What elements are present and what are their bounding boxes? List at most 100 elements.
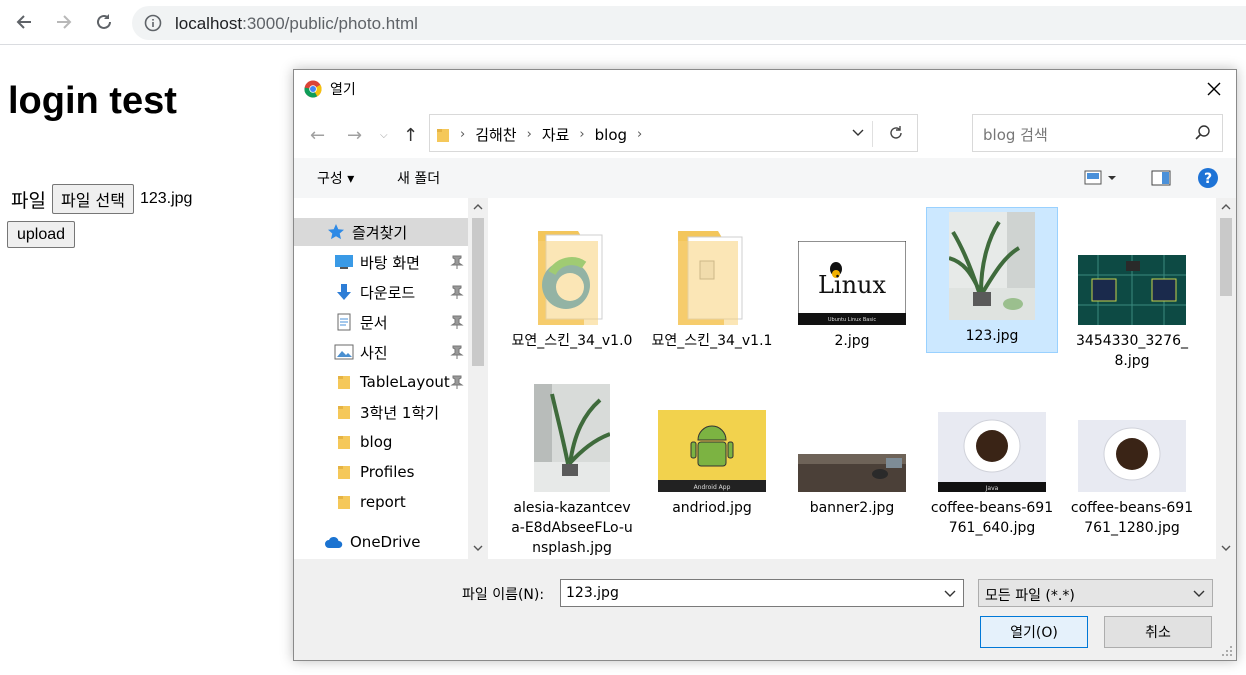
nav-item-favorites[interactable]: 즐겨찾기 <box>294 218 468 246</box>
preview-pane-icon[interactable] <box>1151 168 1171 188</box>
pictures-icon <box>334 342 354 362</box>
file-item[interactable]: 묘연_스킨_34_v1.0 <box>506 207 638 351</box>
nav-item-tablelayout[interactable]: TableLayout <box>294 368 468 396</box>
back-arrow-icon[interactable]: ← <box>310 125 325 146</box>
svg-text:Android App: Android App <box>694 484 731 491</box>
chevron-down-icon[interactable] <box>1221 544 1231 552</box>
dialog-titlebar: 열기 <box>294 70 1236 108</box>
choose-file-button[interactable]: 파일 선택 <box>51 184 134 214</box>
desktop-icon <box>334 252 354 272</box>
file-list-scrollbar[interactable] <box>1216 198 1236 559</box>
help-icon[interactable]: ? <box>1197 167 1219 189</box>
file-item[interactable]: Linux Ubuntu Linux Basic 2.jpg <box>786 207 918 351</box>
navigation-scrollbar[interactable] <box>468 198 488 559</box>
pin-icon <box>450 345 464 359</box>
file-list: 묘연_스킨_34_v1.0 묘연_스킨_34_v1.1 Linux Ubuntu… <box>488 198 1216 559</box>
file-type-select[interactable]: 모든 파일 (*.*) <box>978 579 1213 607</box>
nav-item-profiles[interactable]: Profiles <box>294 458 468 486</box>
chevron-down-icon[interactable] <box>473 544 483 552</box>
file-item[interactable]: banner2.jpg <box>786 374 918 518</box>
dialog-title: 열기 <box>330 82 356 98</box>
recent-chevron-icon[interactable]: ⌵ <box>380 130 388 141</box>
nav-item-desktop[interactable]: 바탕 화면 <box>294 248 468 276</box>
circuit-thumbnail <box>1078 255 1186 325</box>
file-label: 파일 <box>11 190 46 212</box>
coffee-thumbnail: Java <box>938 412 1046 492</box>
file-item[interactable]: Android App andriod.jpg <box>646 374 778 518</box>
chevron-down-icon[interactable] <box>943 586 957 600</box>
forward-button[interactable] <box>51 9 77 35</box>
organize-button[interactable]: 구성 ▾ <box>317 168 354 188</box>
filename-input[interactable]: 123.jpg <box>560 579 964 607</box>
plant-thumbnail <box>534 384 610 492</box>
svg-text:?: ? <box>1204 171 1212 187</box>
chrome-icon <box>304 80 322 98</box>
linux-thumbnail: Linux Ubuntu Linux Basic <box>798 241 906 325</box>
url-text: localhost:3000/public/photo.html <box>175 14 418 33</box>
breadcrumb-item[interactable]: 자료 <box>542 124 570 145</box>
nav-item-report[interactable]: report <box>294 488 468 516</box>
nav-item-blog[interactable]: blog <box>294 428 468 456</box>
desk-thumbnail <box>798 454 906 492</box>
filename-label: 파일 이름(N): <box>462 587 545 603</box>
pin-icon <box>450 285 464 299</box>
resize-grip-icon[interactable] <box>1221 645 1233 657</box>
file-item[interactable]: Java coffee-beans-691761_640.jpg <box>926 374 1058 538</box>
file-item[interactable]: coffee-beans-691761_1280.jpg <box>1066 374 1198 538</box>
nav-item-onedrive[interactable]: OneDrive <box>294 528 468 556</box>
open-button[interactable]: 열기(O) <box>980 616 1088 648</box>
file-item[interactable]: 3454330_3276_8.jpg <box>1066 207 1198 371</box>
chevron-up-icon[interactable] <box>473 203 483 211</box>
android-thumbnail: Android App <box>658 410 766 492</box>
nav-item-downloads[interactable]: 다운로드 <box>294 278 468 306</box>
back-button[interactable] <box>11 9 37 35</box>
new-folder-button[interactable]: 새 폴더 <box>397 168 440 188</box>
cancel-button[interactable]: 취소 <box>1104 616 1212 648</box>
nav-item-documents[interactable]: 문서 <box>294 308 468 336</box>
star-icon <box>326 222 346 242</box>
close-icon[interactable] <box>1204 79 1224 99</box>
download-icon <box>334 282 354 302</box>
svg-text:Linux: Linux <box>818 271 887 299</box>
view-options-icon[interactable] <box>1084 168 1124 188</box>
folder-icon <box>678 231 743 325</box>
arrow-right-icon <box>57 15 72 29</box>
breadcrumb-item[interactable]: blog <box>595 126 627 144</box>
folder-icon <box>334 372 354 392</box>
navigation-pane: 즐겨찾기 바탕 화면 다운로드 문서 사진 TableLayout 3학년 1학… <box>294 198 468 559</box>
file-input-row: 파일 파일 선택 123.jpg <box>11 184 192 214</box>
info-icon[interactable] <box>144 14 162 32</box>
upload-button[interactable]: upload <box>7 221 76 248</box>
folder-icon <box>334 462 354 482</box>
file-item[interactable]: alesia-kazantceva-E8dAbseeFLo-unsplash.j… <box>506 374 638 558</box>
reload-button[interactable] <box>91 9 117 35</box>
dialog-address-row: ← → ⌵ ↑ › 김해찬 › 자료 › blog › blog 검색 <box>294 108 1236 158</box>
svg-text:Ubuntu Linux Basic: Ubuntu Linux Basic <box>828 317 876 323</box>
folder-icon <box>334 492 354 512</box>
folder-icon <box>334 402 354 422</box>
breadcrumb-item[interactable]: 김해찬 <box>475 124 516 145</box>
refresh-icon[interactable] <box>886 123 906 143</box>
open-file-dialog: 열기 ← → ⌵ ↑ › 김해찬 › 자료 › blog › blog 검색 구… <box>293 69 1237 661</box>
dialog-command-bar: 구성 ▾ 새 폴더 ? <box>294 158 1236 198</box>
forward-arrow-icon[interactable]: → <box>347 125 362 146</box>
chevron-down-icon[interactable] <box>851 123 865 143</box>
nav-item-pictures[interactable]: 사진 <box>294 338 468 366</box>
chevron-up-icon[interactable] <box>1221 203 1231 211</box>
file-item[interactable]: 묘연_스킨_34_v1.1 <box>646 207 778 351</box>
folder-icon <box>538 231 603 325</box>
file-item-selected[interactable]: 123.jpg <box>926 207 1058 353</box>
dialog-address-bar[interactable]: › 김해찬 › 자료 › blog › <box>429 114 918 152</box>
pin-icon <box>450 255 464 269</box>
address-bar[interactable]: localhost:3000/public/photo.html <box>132 6 1246 40</box>
reload-icon <box>97 14 111 29</box>
coffee-thumbnail <box>1078 420 1186 492</box>
nav-item-semester[interactable]: 3학년 1학기 <box>294 398 468 426</box>
up-arrow-icon[interactable]: ↑ <box>403 125 418 146</box>
folder-icon <box>334 432 354 452</box>
dialog-search-input[interactable]: blog 검색 <box>972 114 1223 152</box>
plant-thumbnail <box>949 212 1035 320</box>
breadcrumb: › 김해찬 › 자료 › blog › <box>436 124 652 145</box>
cloud-icon <box>324 532 344 552</box>
search-icon[interactable] <box>1194 124 1212 142</box>
